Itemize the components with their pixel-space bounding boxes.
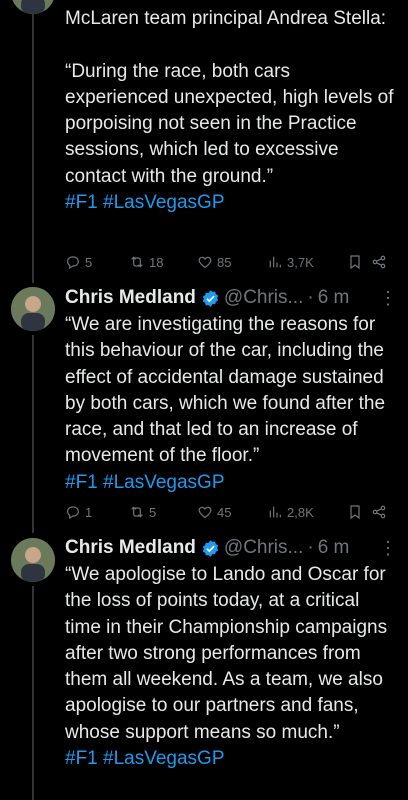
tweet-1[interactable]: McLaren team principal Andrea Stella: “D… (0, 0, 408, 283)
tweet-actions: 5 18 85 3,7K (65, 251, 395, 273)
verified-badge-icon (202, 539, 219, 557)
separator-dot: · (307, 537, 314, 558)
views-count: 2,8K (287, 504, 314, 520)
more-icon[interactable]: ⋮ (379, 538, 397, 559)
tweet-header: Chris Medland @Chris... · 6 m ⋮ (65, 534, 398, 562)
separator-dot: · (307, 287, 314, 308)
bookmark-button[interactable] (347, 504, 371, 520)
bookmark-button[interactable] (347, 254, 371, 270)
like-icon (198, 256, 212, 269)
avatar[interactable] (11, 538, 55, 582)
tweet-text: McLaren team principal Andrea Stella: “D… (65, 8, 394, 187)
reply-count: 5 (85, 254, 93, 270)
reply-button[interactable]: 5 (65, 254, 129, 270)
share-icon (372, 255, 386, 269)
tweet-body[interactable]: Chris Medland @Chris... · 6 m ⋮ “We apol… (65, 534, 398, 772)
views-count: 3,7K (287, 254, 314, 270)
timestamp[interactable]: 6 m (318, 287, 350, 309)
tweet-text: “We apologise to Lando and Oscar for the… (65, 564, 388, 743)
verified-badge-icon (202, 289, 219, 307)
share-icon (372, 505, 386, 519)
repost-button[interactable]: 5 (129, 504, 197, 520)
repost-count: 18 (149, 254, 164, 270)
avatar[interactable] (11, 0, 55, 14)
bookmark-icon (350, 505, 360, 520)
like-count: 45 (217, 504, 232, 520)
views-icon (269, 506, 281, 518)
author-name[interactable]: Chris Medland (65, 287, 196, 309)
timestamp[interactable]: 6 m (318, 537, 350, 559)
tweet-actions: 1 5 45 2,8K (65, 501, 395, 523)
tweet-3[interactable]: Chris Medland @Chris... · 6 m ⋮ “We apol… (0, 533, 408, 800)
views-button[interactable]: 3,7K (267, 254, 347, 270)
reply-count: 1 (85, 504, 93, 520)
like-count: 85 (217, 254, 232, 270)
thread-line (32, 586, 34, 800)
author-handle[interactable]: @Chris... (224, 537, 303, 559)
share-button[interactable] (371, 254, 391, 270)
repost-icon (131, 506, 143, 518)
tweet-2[interactable]: Chris Medland @Chris... · 6 m ⋮ “We are … (0, 283, 408, 533)
like-icon (198, 506, 212, 519)
share-button[interactable] (371, 504, 391, 520)
tweet-hashtags[interactable]: #F1 #LasVegasGP (65, 190, 398, 216)
tweet-hashtags[interactable]: #F1 #LasVegasGP (65, 470, 398, 496)
views-icon (269, 256, 281, 268)
views-button[interactable]: 2,8K (267, 504, 347, 520)
more-icon[interactable]: ⋮ (379, 288, 397, 309)
tweet-body[interactable]: Chris Medland @Chris... · 6 m ⋮ “We are … (65, 284, 398, 496)
like-button[interactable]: 45 (197, 504, 267, 520)
avatar[interactable] (11, 287, 55, 331)
repost-icon (131, 256, 143, 268)
author-handle[interactable]: @Chris... (224, 287, 303, 309)
author-name[interactable]: Chris Medland (65, 537, 196, 559)
tweet-body[interactable]: McLaren team principal Andrea Stella: “D… (65, 6, 398, 216)
reply-icon (67, 506, 79, 520)
thread-line (32, 14, 34, 283)
bookmark-icon (350, 255, 360, 270)
repost-count: 5 (149, 504, 157, 520)
tweet-header: Chris Medland @Chris... · 6 m ⋮ (65, 284, 398, 312)
thread-line (32, 335, 34, 533)
tweet-hashtags[interactable]: #F1 #LasVegasGP (65, 746, 398, 772)
tweet-text: “We are investigating the reasons for th… (65, 314, 386, 467)
repost-button[interactable]: 18 (129, 254, 197, 270)
reply-button[interactable]: 1 (65, 504, 129, 520)
like-button[interactable]: 85 (197, 254, 267, 270)
reply-icon (67, 256, 79, 270)
